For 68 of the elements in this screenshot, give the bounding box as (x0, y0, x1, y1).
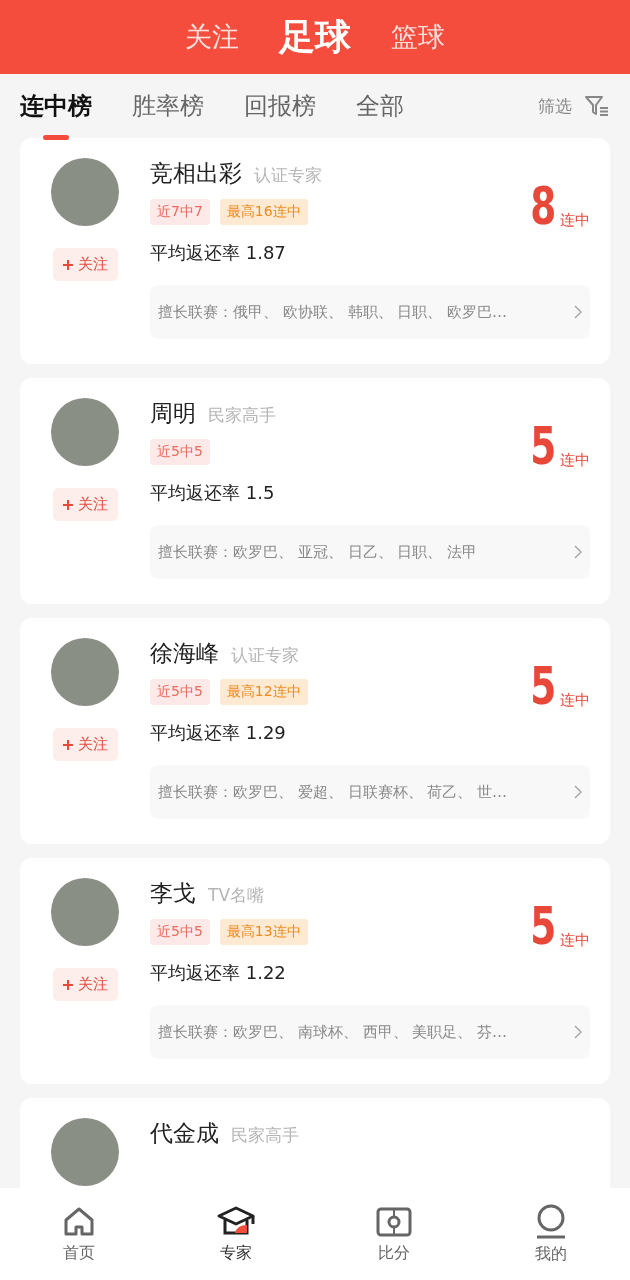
return-rate: 平均返还率 1.29 (150, 721, 287, 745)
follow-button[interactable]: 关注 (52, 968, 118, 1001)
plus-icon (62, 259, 73, 270)
tab-indicator (43, 135, 69, 140)
streak-unit: 连中 (560, 211, 590, 230)
recent-record-tag: 近5中5 (150, 439, 210, 465)
ranking-tab[interactable]: 回报榜 (244, 82, 316, 130)
streak-number: 5 (530, 420, 557, 472)
expert-name: 徐海峰 (150, 639, 219, 668)
leagues-text: 擅长联赛：欧罗巴、 南球杯、 西甲、 美职足、 芬… (158, 1022, 509, 1042)
best-streak-tag: 最高16连中 (219, 199, 308, 225)
leagues-row[interactable]: 擅长联赛：欧罗巴、 亚冠、 日乙、 日职、 法甲 (150, 525, 590, 579)
chevron-right-icon (574, 1025, 582, 1039)
ranking-tab[interactable]: 全部 (356, 82, 404, 130)
chevron-right-icon (574, 545, 582, 559)
expert-name: 代金成 (150, 1119, 219, 1148)
expert-title: 民家高手 (208, 404, 276, 427)
best-streak-tag: 最高13连中 (219, 919, 308, 945)
expert-name: 竞相出彩 (150, 159, 242, 188)
streak-unit: 连中 (560, 931, 590, 950)
expert-card[interactable]: 关注 竞相出彩 认证专家 近7中7 最高16连中 平均返还率 1.87 擅长联赛：俄甲、 欧协联、 韩职、 日职、 欧罗巴… 8 连中 (20, 138, 610, 364)
plus-icon (62, 979, 73, 990)
leagues-row[interactable]: 擅长联赛：俄甲、 欧协联、 韩职、 日职、 欧罗巴… (150, 285, 590, 339)
return-rate: 平均返还率 1.22 (150, 961, 287, 985)
expert-title: TV名嘴 (208, 884, 264, 907)
best-streak-tag: 最高12连中 (219, 679, 308, 705)
leagues-text: 擅长联赛：欧罗巴、 亚冠、 日乙、 日职、 法甲 (158, 542, 479, 562)
nav-item[interactable]: 专家 (157, 1188, 315, 1280)
sport-tab[interactable]: 篮球 (391, 19, 445, 55)
sport-tab[interactable]: 关注 (185, 19, 239, 55)
expert-card[interactable]: 代金成 民家高手 (20, 1098, 610, 1188)
expert-title: 认证专家 (254, 164, 322, 187)
streak-number: 5 (530, 900, 557, 952)
expert-title: 认证专家 (231, 644, 299, 667)
return-rate: 平均返还率 1.5 (150, 481, 276, 505)
expert-name: 周明 (150, 399, 196, 428)
recent-record-tag: 近7中7 (150, 199, 210, 225)
follow-button[interactable]: 关注 (52, 248, 118, 281)
expert-name: 李戈 (150, 879, 196, 908)
streak-number: 8 (530, 180, 557, 232)
leagues-text: 擅长联赛：俄甲、 欧协联、 韩职、 日职、 欧罗巴… (158, 302, 509, 322)
leagues-row[interactable]: 擅长联赛：欧罗巴、 爱超、 日联赛杯、 荷乙、 世… (150, 765, 590, 819)
nav-item[interactable]: 比分 (315, 1188, 473, 1280)
expert-title: 民家高手 (231, 1124, 299, 1147)
follow-button[interactable]: 关注 (52, 728, 118, 761)
recent-record-tag: 近5中5 (150, 919, 210, 945)
expert-card[interactable]: 关注 周明 民家高手 近5中5 平均返还率 1.5 擅长联赛：欧罗巴、 亚冠、 日乙、 日职、 法甲 5 连中 (20, 378, 610, 604)
nav-item[interactable]: 我的 (472, 1188, 630, 1280)
chevron-right-icon (574, 785, 582, 799)
follow-button[interactable]: 关注 (52, 488, 118, 521)
ranking-tab[interactable]: 胜率榜 (132, 82, 204, 130)
streak-number: 5 (530, 660, 557, 712)
return-rate: 平均返还率 1.87 (150, 241, 287, 265)
nav-item[interactable]: 首页 (0, 1188, 158, 1280)
expert-card[interactable]: 关注 徐海峰 认证专家 近5中5 最高12连中 平均返还率 1.29 擅长联赛：欧罗巴、 爱超、 日联赛杯、 荷乙、 世… 5 连中 (20, 618, 610, 844)
filter-icon[interactable] (584, 95, 610, 117)
plus-icon (62, 739, 73, 750)
streak-unit: 连中 (560, 691, 590, 710)
expert-card[interactable]: 关注 李戈 TV名嘴 近5中5 最高13连中 平均返还率 1.22 擅长联赛：欧罗巴、 南球杯、 西甲、 美职足、 芬… 5 连中 (20, 858, 610, 1084)
leagues-text: 擅长联赛：欧罗巴、 爱超、 日联赛杯、 荷乙、 世… (158, 782, 509, 802)
recent-record-tag: 近5中5 (150, 679, 210, 705)
ranking-tab[interactable]: 连中榜 (20, 82, 92, 130)
streak-unit: 连中 (560, 451, 590, 470)
leagues-row[interactable]: 擅长联赛：欧罗巴、 南球杯、 西甲、 美职足、 芬… (150, 1005, 590, 1059)
filter-link[interactable]: 筛选 (538, 94, 572, 118)
chevron-right-icon (574, 305, 582, 319)
plus-icon (62, 499, 73, 510)
sport-tab[interactable]: 足球 (279, 12, 351, 62)
